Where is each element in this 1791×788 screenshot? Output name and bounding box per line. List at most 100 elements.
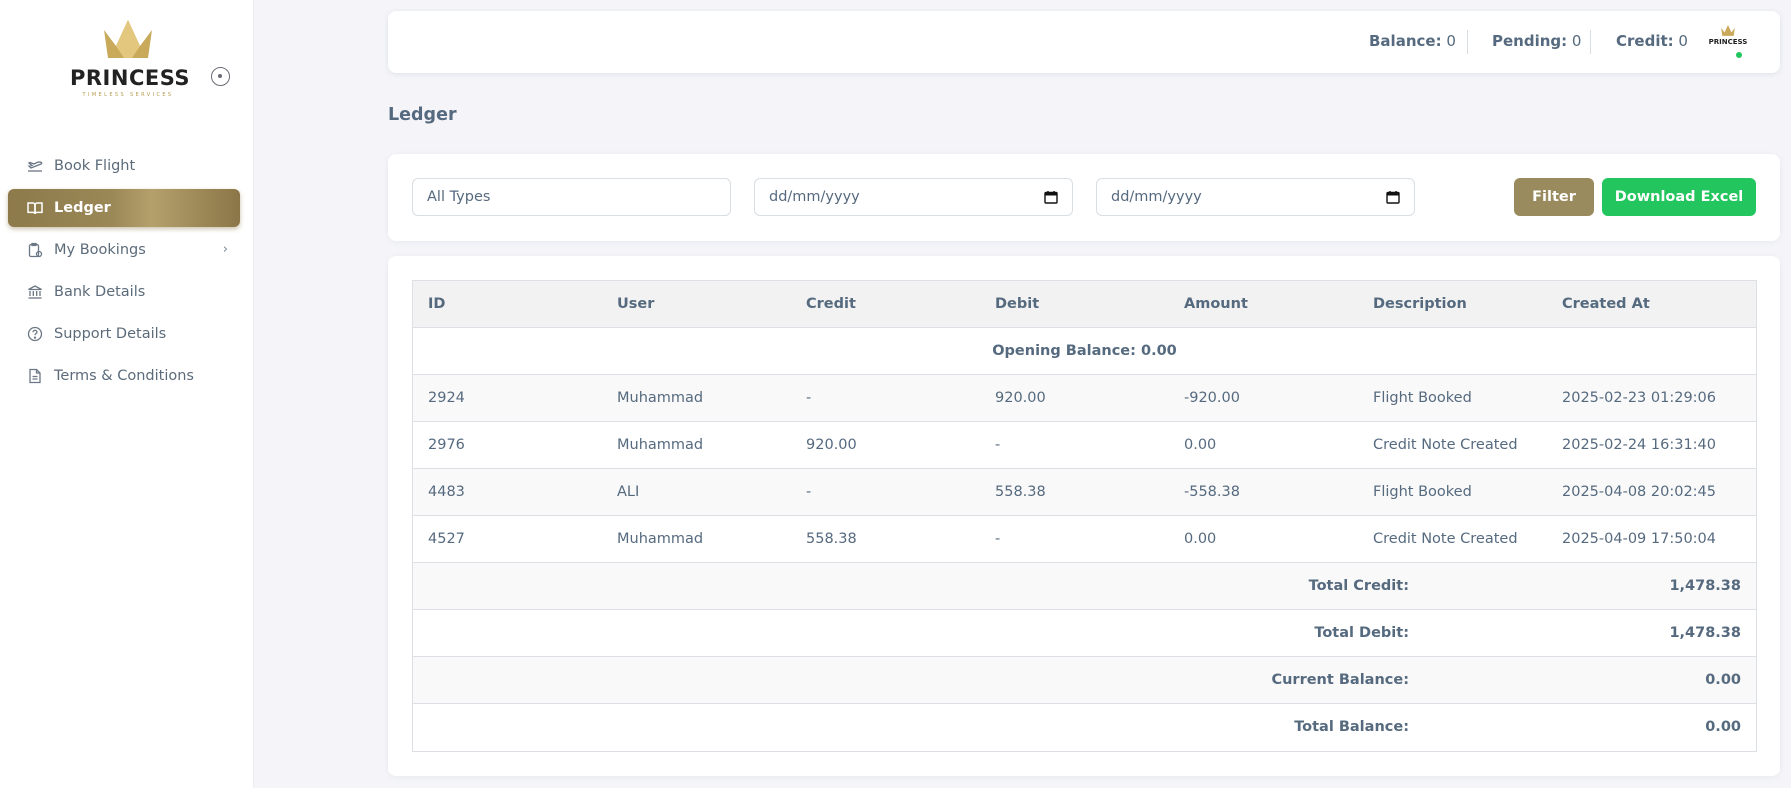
cell-id: 4483 [428,484,465,500]
filter-button[interactable]: Filter [1514,178,1594,216]
avatar-brand-text: PRINCESS [1708,38,1748,46]
sidebar-item-bank-details[interactable]: Bank Details [8,273,240,311]
balance-stat: Balance: 0 [1369,32,1456,50]
summary-label: Total Balance: [1294,719,1409,735]
sidebar-item-book-flight[interactable]: Book Flight [8,147,240,185]
user-avatar[interactable]: PRINCESS [1708,25,1748,61]
opening-balance: Opening Balance: 0.00 [992,343,1177,359]
credit-value: 0 [1678,32,1688,50]
cell-description: Flight Booked [1373,390,1472,406]
crown-icon [1721,25,1735,36]
sidebar-item-label: Bank Details [54,284,146,300]
column-header-user[interactable]: User [617,281,654,327]
credit-stat: Credit: 0 [1616,32,1688,50]
divider [1590,30,1591,54]
plane-takeoff-icon [26,157,44,175]
ledger-table-card: ID User Credit Debit Amount Description … [388,256,1780,776]
credit-label: Credit: [1616,32,1674,50]
pending-stat: Pending: 0 [1492,32,1581,50]
sidebar-item-ledger[interactable]: Ledger [8,189,240,227]
help-circle-icon [26,325,44,343]
sidebar-item-label: Ledger [54,200,111,216]
cell-user: Muhammad [617,390,704,406]
chevron-right-icon: › [222,242,228,257]
type-select[interactable]: All Types [412,178,731,216]
cell-credit: 558.38 [806,531,857,547]
top-navbar: Balance: 0 Pending: 0 Credit: 0 PRINCESS [388,11,1780,73]
cell-created-at: 2025-04-09 17:50:04 [1562,531,1716,547]
summary-row-current-balance: Current Balance: 0.00 [413,657,1756,704]
cell-amount: -920.00 [1184,390,1240,406]
brand-logo[interactable]: PRINCESS TIMELESS SERVICES [70,20,191,102]
summary-value: 1,478.38 [1669,578,1741,594]
summary-row-total-balance: Total Balance: 0.00 [413,704,1756,751]
cell-user: Muhammad [617,531,704,547]
table-row[interactable]: 2924 Muhammad - 920.00 -920.00 Flight Bo… [413,375,1756,422]
balance-label: Balance: [1369,32,1442,50]
sidebar-item-label: My Bookings [54,242,146,258]
sidebar-item-my-bookings[interactable]: My Bookings › [8,231,240,269]
ledger-table: ID User Credit Debit Amount Description … [412,280,1757,752]
summary-label: Total Credit: [1308,578,1409,594]
summary-row-total-credit: Total Credit: 1,478.38 [413,563,1756,610]
book-open-icon [26,199,44,217]
pending-value: 0 [1571,32,1582,50]
cell-credit: - [806,484,812,500]
column-header-id[interactable]: ID [428,281,445,327]
column-header-description[interactable]: Description [1373,281,1467,327]
calendar-icon[interactable] [1386,190,1400,204]
opening-balance-row: Opening Balance: 0.00 [413,328,1756,375]
cell-description: Credit Note Created [1373,531,1518,547]
document-icon [26,367,44,385]
cell-created-at: 2025-02-23 01:29:06 [1562,390,1716,406]
cell-created-at: 2025-02-24 16:31:40 [1562,437,1716,453]
column-header-amount[interactable]: Amount [1184,281,1248,327]
summary-label: Total Debit: [1314,625,1409,641]
download-excel-button[interactable]: Download Excel [1602,178,1756,216]
sidebar-item-terms-conditions[interactable]: Terms & Conditions [8,357,240,395]
cell-debit: 558.38 [995,484,1046,500]
column-header-created-at[interactable]: Created At [1562,281,1650,327]
bank-icon [26,283,44,301]
summary-value: 1,478.38 [1669,625,1741,641]
type-select-value: All Types [427,189,491,205]
cell-debit: - [995,531,1001,547]
cell-description: Flight Booked [1373,484,1472,500]
calendar-icon[interactable] [1044,190,1058,204]
to-date-value: dd/mm/yyyy [1111,189,1202,205]
sidebar-item-label: Support Details [54,326,167,342]
sidebar: PRINCESS TIMELESS SERVICES Book Flight L… [0,0,254,788]
cell-id: 4527 [428,531,465,547]
column-header-debit[interactable]: Debit [995,281,1039,327]
brand-tagline: TIMELESS SERVICES [82,92,174,98]
bookings-clipboard-icon [26,241,44,259]
cell-created-at: 2025-04-08 20:02:45 [1562,484,1716,500]
online-status-dot [1735,51,1743,59]
table-row[interactable]: 4483 ALI - 558.38 -558.38 Flight Booked … [413,469,1756,516]
sidebar-menu: Book Flight Ledger My Bookings › Bank De… [8,147,240,399]
table-row[interactable]: 2976 Muhammad 920.00 - 0.00 Credit Note … [413,422,1756,469]
to-date-input[interactable]: dd/mm/yyyy [1096,178,1415,216]
cell-amount: 0.00 [1184,531,1217,547]
cell-description: Credit Note Created [1373,437,1518,453]
column-header-credit[interactable]: Credit [806,281,856,327]
divider [1467,30,1468,54]
cell-credit: - [806,390,812,406]
cell-user: ALI [617,484,640,500]
crown-icon [104,20,152,58]
filter-card: All Types dd/mm/yyyy dd/mm/yyyy Filter D… [388,154,1780,241]
sidebar-toggle-button[interactable] [211,67,230,86]
cell-amount: -558.38 [1184,484,1240,500]
cell-user: Muhammad [617,437,704,453]
balance-value: 0 [1446,32,1456,50]
sidebar-item-label: Terms & Conditions [54,368,194,384]
sidebar-item-support-details[interactable]: Support Details [8,315,240,353]
table-row[interactable]: 4527 Muhammad 558.38 - 0.00 Credit Note … [413,516,1756,563]
sidebar-item-label: Book Flight [54,158,136,174]
page-title: Ledger [388,105,457,125]
cell-id: 2924 [428,390,465,406]
brand-name: PRINCESS [70,66,191,90]
cell-amount: 0.00 [1184,437,1217,453]
from-date-input[interactable]: dd/mm/yyyy [754,178,1073,216]
cell-credit: 920.00 [806,437,857,453]
